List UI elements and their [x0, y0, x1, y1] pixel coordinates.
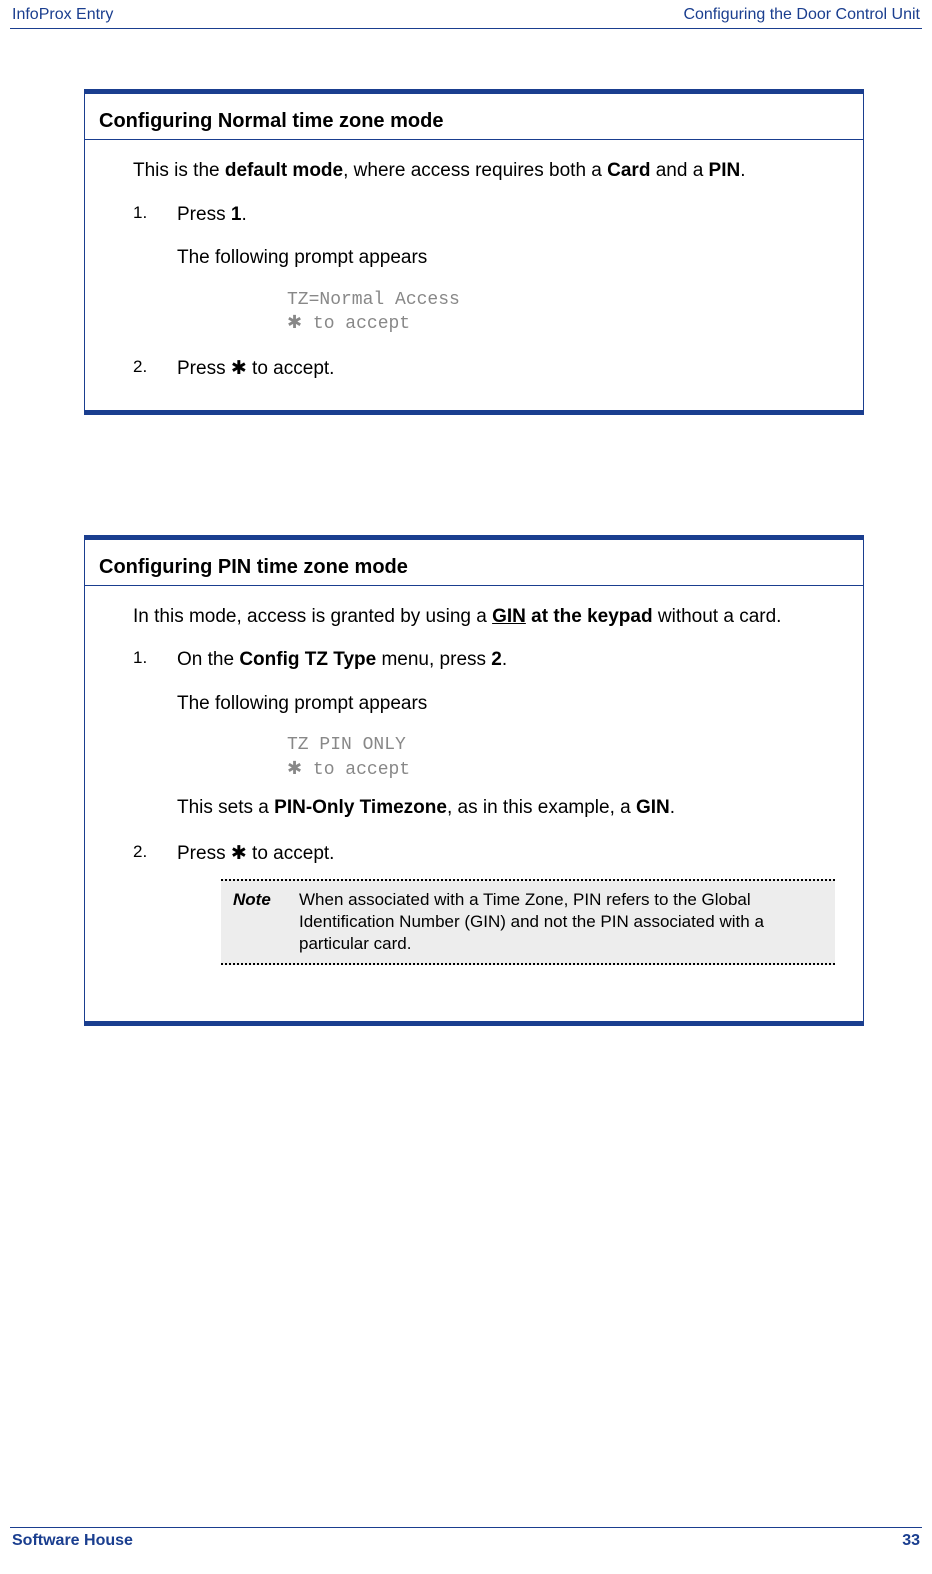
- text: .: [670, 797, 675, 818]
- star-icon: ✱: [231, 843, 247, 864]
- step-2: 2. Press ✱ to accept.: [133, 356, 835, 382]
- box-bottom-accent: [85, 410, 863, 414]
- prompt-display: TZ=Normal Access ✱ to accept: [287, 289, 835, 336]
- text: .: [502, 649, 507, 670]
- prompt-intro: The following prompt appears: [177, 691, 835, 717]
- intro-paragraph: This is the default mode, where access r…: [133, 158, 835, 184]
- text: In this mode, access is granted by using…: [133, 606, 492, 627]
- text: .: [740, 160, 745, 181]
- prompt-line: ✱ to accept: [287, 757, 835, 782]
- prompt-intro: The following prompt appears: [177, 245, 835, 271]
- step-1: 1. Press 1. The following prompt appears…: [133, 202, 835, 336]
- page-header: InfoProx Entry Configuring the Door Cont…: [10, 6, 922, 26]
- page-footer: Software House 33: [10, 1527, 922, 1550]
- star-icon: ✱: [287, 758, 302, 778]
- text: Press: [177, 358, 231, 379]
- prompt-line: TZ PIN ONLY: [287, 734, 835, 757]
- text-bold: default mode: [225, 160, 343, 181]
- sets-paragraph: This sets a PIN-Only Timezone, as in thi…: [177, 795, 835, 821]
- step-number: 2.: [133, 356, 147, 379]
- step-2: 2. Press ✱ to accept. Note When associat…: [133, 841, 835, 965]
- text: without a card.: [653, 606, 782, 627]
- text-bold: at the keypad: [526, 606, 653, 627]
- section-pin-timezone: Configuring PIN time zone mode In this m…: [84, 535, 864, 1026]
- footer-page-number: 33: [902, 1532, 920, 1550]
- text: and a: [650, 160, 708, 181]
- text: .: [241, 204, 246, 225]
- text-bold: 2: [491, 649, 502, 670]
- step-number: 2.: [133, 841, 147, 864]
- header-right: Configuring the Door Control Unit: [683, 6, 920, 24]
- text-bold: Card: [607, 160, 650, 181]
- section-title: Configuring Normal time zone mode: [85, 94, 863, 140]
- box-bottom-accent: [85, 1021, 863, 1025]
- text: to accept.: [247, 358, 335, 379]
- text-underline-bold: GIN: [492, 606, 526, 627]
- footer-left: Software House: [12, 1532, 133, 1550]
- intro-paragraph: In this mode, access is granted by using…: [133, 604, 835, 630]
- text-bold: 1: [231, 204, 242, 225]
- text: Press: [177, 204, 231, 225]
- section-normal-timezone: Configuring Normal time zone mode This i…: [84, 89, 864, 415]
- text: Press: [177, 843, 231, 864]
- text: to accept: [302, 314, 410, 334]
- text: , where access requires both a: [343, 160, 607, 181]
- prompt-display: TZ PIN ONLY ✱ to accept: [287, 734, 835, 781]
- text: This sets a: [177, 797, 274, 818]
- text: , as in this example, a: [447, 797, 636, 818]
- note-text: When associated with a Time Zone, PIN re…: [297, 881, 835, 963]
- text: This is the: [133, 160, 225, 181]
- text-bold: PIN-Only Timezone: [274, 797, 447, 818]
- prompt-line: ✱ to accept: [287, 311, 835, 336]
- prompt-line: TZ=Normal Access: [287, 289, 835, 312]
- text-bold: GIN: [636, 797, 670, 818]
- footer-divider: [10, 1527, 922, 1528]
- section-title: Configuring PIN time zone mode: [85, 540, 863, 586]
- step-number: 1.: [133, 647, 147, 670]
- step-number: 1.: [133, 202, 147, 225]
- star-icon: ✱: [231, 358, 247, 379]
- text: On the: [177, 649, 239, 670]
- text: menu, press: [376, 649, 491, 670]
- note-box: Note When associated with a Time Zone, P…: [221, 879, 835, 965]
- text: to accept.: [247, 843, 335, 864]
- note-label: Note: [221, 881, 297, 963]
- text-bold: Config TZ Type: [239, 649, 376, 670]
- step-1: 1. On the Config TZ Type menu, press 2. …: [133, 647, 835, 821]
- text-bold: PIN: [709, 160, 741, 181]
- header-left: InfoProx Entry: [12, 6, 113, 24]
- star-icon: ✱: [287, 312, 302, 332]
- text: to accept: [302, 760, 410, 780]
